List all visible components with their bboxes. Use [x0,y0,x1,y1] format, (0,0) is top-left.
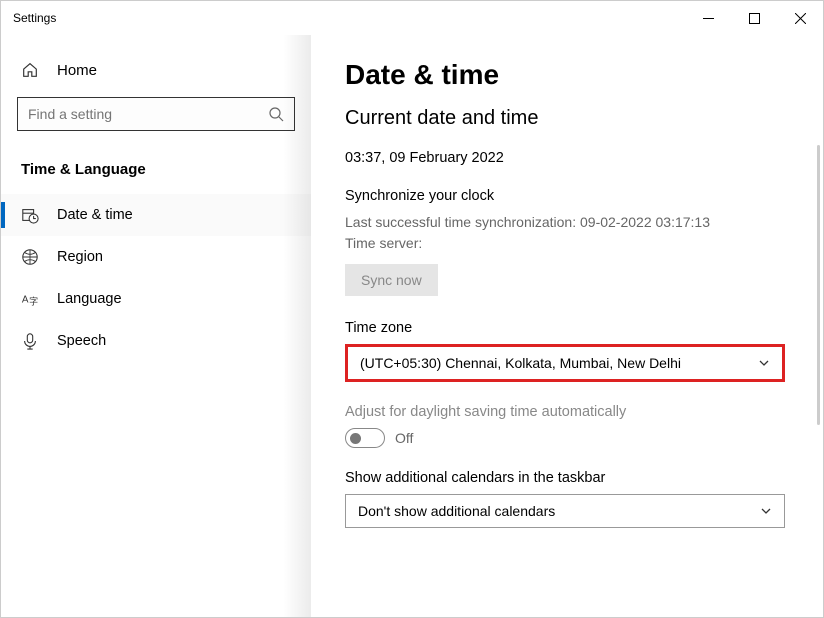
dst-toggle-state: Off [395,430,413,446]
dst-toggle [345,428,385,448]
chevron-down-icon [758,357,770,369]
window-title: Settings [13,11,56,25]
page-title: Date & time [345,59,793,91]
search-field[interactable] [28,106,268,122]
language-icon: A字 [21,290,39,308]
svg-text:A: A [22,295,29,306]
additional-calendars-value: Don't show additional calendars [358,503,555,519]
main-content: Date & time Current date and time 03:37,… [311,35,823,617]
timezone-value: (UTC+05:30) Chennai, Kolkata, Mumbai, Ne… [360,355,681,371]
timezone-label: Time zone [345,320,793,336]
last-sync-text: Last successful time synchronization: 09… [345,212,793,233]
home-icon [21,61,39,79]
maximize-icon [749,13,760,24]
sync-now-button[interactable]: Sync now [345,264,438,296]
current-datetime-heading: Current date and time [345,107,793,130]
calendar-clock-icon [21,206,39,224]
additional-calendars-label: Show additional calendars in the taskbar [345,470,793,486]
sidebar-item-label: Language [57,291,122,307]
minimize-icon [703,13,714,24]
time-server-label: Time server: [345,233,793,254]
search-input[interactable] [17,97,295,131]
current-datetime-value: 03:37, 09 February 2022 [345,150,793,166]
scrollbar[interactable] [817,145,820,425]
close-icon [795,13,806,24]
close-button[interactable] [777,1,823,35]
sidebar-section-header: Time & Language [1,151,311,194]
sidebar-item-date-time[interactable]: Date & time [1,194,311,236]
home-nav[interactable]: Home [1,55,311,97]
svg-text:字: 字 [29,295,38,306]
sidebar-item-label: Region [57,249,103,265]
globe-icon [21,248,39,266]
sidebar: Home Time & Language Date & time Region … [1,35,311,617]
sidebar-item-region[interactable]: Region [1,236,311,278]
additional-calendars-dropdown[interactable]: Don't show additional calendars [345,494,785,528]
home-label: Home [57,62,97,79]
timezone-dropdown[interactable]: (UTC+05:30) Chennai, Kolkata, Mumbai, Ne… [345,344,785,382]
sidebar-item-label: Speech [57,333,106,349]
chevron-down-icon [760,505,772,517]
dst-label: Adjust for daylight saving time automati… [345,404,793,420]
sidebar-item-speech[interactable]: Speech [1,320,311,362]
microphone-icon [21,332,39,350]
minimize-button[interactable] [685,1,731,35]
sync-heading: Synchronize your clock [345,188,793,204]
sidebar-item-label: Date & time [57,207,133,223]
maximize-button[interactable] [731,1,777,35]
search-icon [268,106,284,122]
sidebar-item-language[interactable]: A字 Language [1,278,311,320]
